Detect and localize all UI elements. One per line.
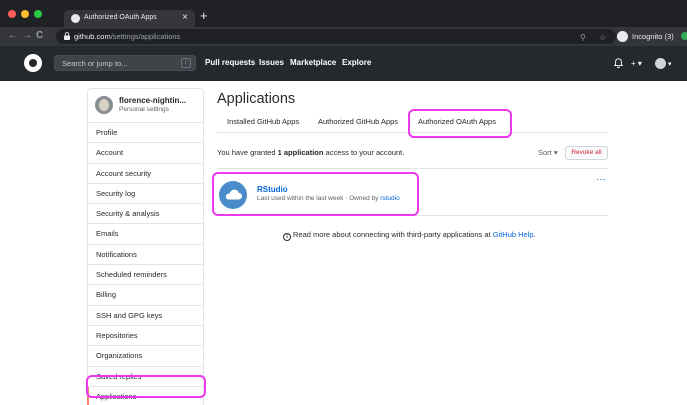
github-header: Search or jump to... / Pull requests Iss… bbox=[0, 46, 687, 81]
sidebar-subtitle: Personal settings bbox=[119, 106, 169, 113]
url-bar[interactable]: github.com/settings/applications ⚲ ☆ bbox=[56, 29, 616, 44]
incognito-badge[interactable]: Incognito (3) bbox=[617, 29, 674, 44]
create-new-plus-icon[interactable]: + ▾ bbox=[631, 58, 642, 70]
nav-issues[interactable]: Issues bbox=[259, 58, 284, 67]
nav-marketplace[interactable]: Marketplace bbox=[290, 58, 336, 67]
search-placeholder: Search or jump to... bbox=[62, 59, 128, 68]
github-logo-icon[interactable] bbox=[24, 54, 42, 72]
forward-arrow-icon[interactable]: → bbox=[22, 30, 32, 42]
highlight-oauth-tab bbox=[408, 109, 512, 138]
granted-summary: You have granted 1 application access to… bbox=[217, 148, 405, 157]
info-icon: i bbox=[283, 233, 291, 241]
more-options-icon[interactable]: ··· bbox=[596, 174, 606, 185]
github-help-link[interactable]: GitHub Help bbox=[493, 230, 534, 239]
sidebar-item-profile[interactable]: Profile bbox=[88, 123, 203, 144]
list-divider-top bbox=[217, 168, 608, 169]
page-title: Applications bbox=[217, 91, 296, 107]
sidebar-avatar bbox=[95, 96, 113, 114]
incognito-icon bbox=[617, 31, 628, 42]
close-window-button[interactable] bbox=[8, 10, 16, 18]
sidebar-item-account-security[interactable]: Account security bbox=[88, 164, 203, 184]
zoom-icon[interactable]: ⚲ bbox=[580, 33, 586, 42]
sidebar-item-notifications[interactable]: Notifications bbox=[88, 245, 203, 266]
tab-installed-github-apps[interactable]: Installed GitHub Apps bbox=[227, 117, 299, 126]
sidebar-username: florence-nightin... bbox=[119, 96, 187, 105]
notifications-bell-icon[interactable] bbox=[614, 58, 623, 68]
revoke-all-button[interactable]: Revoke all bbox=[565, 146, 608, 160]
tab-title: Authorized OAuth Apps bbox=[84, 14, 157, 21]
minimize-window-button[interactable] bbox=[21, 10, 29, 18]
sidebar-profile-header: florence-nightin... Personal settings bbox=[88, 89, 203, 123]
sidebar-item-scheduled-reminders[interactable]: Scheduled reminders bbox=[88, 265, 203, 286]
lock-icon bbox=[64, 32, 70, 40]
highlight-rstudio-app bbox=[212, 172, 419, 216]
url-text: github.com/settings/applications bbox=[74, 32, 181, 41]
browser-tabbar: Authorized OAuth Apps × + bbox=[0, 0, 687, 27]
avatar-caret-icon[interactable]: ▾ bbox=[668, 59, 672, 71]
back-arrow-icon[interactable]: ← bbox=[8, 30, 18, 42]
extension-icon[interactable] bbox=[681, 32, 687, 40]
sidebar-item-repositories[interactable]: Repositories bbox=[88, 326, 203, 347]
settings-sidebar: florence-nightin... Personal settings Pr… bbox=[87, 88, 204, 405]
close-tab-icon[interactable]: × bbox=[182, 12, 188, 23]
tab-authorized-github-apps[interactable]: Authorized GitHub Apps bbox=[318, 117, 398, 126]
sidebar-item-security-log[interactable]: Security log bbox=[88, 184, 203, 205]
highlight-applications-item bbox=[86, 375, 206, 398]
sidebar-item-billing[interactable]: Billing bbox=[88, 285, 203, 306]
sidebar-item-account[interactable]: Account bbox=[88, 143, 203, 164]
nav-pull-requests[interactable]: Pull requests bbox=[205, 58, 255, 67]
reload-icon[interactable]: C bbox=[36, 30, 43, 42]
search-input[interactable]: Search or jump to... / bbox=[54, 55, 196, 71]
learn-more-text: i Read more about connecting with third-p… bbox=[283, 230, 536, 241]
sidebar-item-security-analysis[interactable]: Security & analysis bbox=[88, 204, 203, 225]
user-avatar[interactable] bbox=[655, 58, 666, 69]
browser-toolbar: ← → C github.com/settings/applications ⚲… bbox=[0, 27, 687, 46]
browser-tab[interactable]: Authorized OAuth Apps × bbox=[64, 10, 195, 27]
github-favicon-icon bbox=[71, 14, 80, 23]
sidebar-item-ssh-gpg-keys[interactable]: SSH and GPG keys bbox=[88, 306, 203, 326]
search-shortcut-badge: / bbox=[181, 58, 191, 68]
new-tab-icon[interactable]: + bbox=[200, 9, 208, 23]
incognito-label: Incognito (3) bbox=[632, 32, 674, 41]
maximize-window-button[interactable] bbox=[34, 10, 42, 18]
sidebar-item-emails[interactable]: Emails bbox=[88, 224, 203, 245]
sidebar-item-organizations[interactable]: Organizations bbox=[88, 346, 203, 367]
nav-explore[interactable]: Explore bbox=[342, 58, 371, 67]
sort-dropdown[interactable]: Sort ▾ bbox=[538, 148, 558, 157]
bookmark-star-icon[interactable]: ☆ bbox=[599, 33, 606, 42]
